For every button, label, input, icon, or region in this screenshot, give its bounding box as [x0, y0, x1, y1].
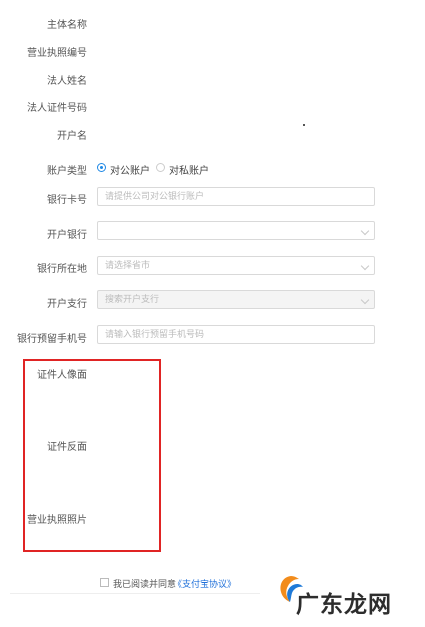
stray-mark [303, 124, 305, 126]
divider [10, 593, 260, 594]
account-type-private-radio[interactable] [156, 163, 165, 172]
bank-card-label: 银行卡号 [47, 195, 87, 206]
chevron-down-icon [360, 261, 370, 271]
account-type-public-label[interactable]: 对公账户 [110, 162, 150, 177]
branch-label: 开户支行 [47, 299, 87, 310]
watermark-text: 广东龙网 [296, 592, 392, 618]
account-name-label: 开户名 [57, 131, 87, 142]
legal-person-id-label: 法人证件号码 [27, 103, 87, 114]
license-number-label: 营业执照编号 [27, 48, 87, 59]
agreement-link[interactable]: 《支付宝协议》 [173, 577, 236, 590]
account-type-label: 账户类型 [47, 166, 87, 177]
chevron-down-icon [360, 295, 370, 305]
license-photo-upload-label: 营业执照照片 [27, 515, 87, 526]
account-type-public-radio[interactable] [97, 163, 106, 172]
bank-label: 开户银行 [47, 230, 87, 241]
bank-card-input[interactable]: 请提供公司对公银行账户 [97, 187, 375, 206]
branch-select[interactable]: 搜索开户支行 [97, 290, 375, 309]
id-front-upload-label: 证件人像面 [37, 370, 87, 381]
bank-location-select[interactable]: 请选择省市 [97, 256, 375, 275]
bank-location-placeholder: 请选择省市 [105, 260, 151, 270]
branch-placeholder: 搜索开户支行 [105, 294, 160, 304]
phone-label: 银行预留手机号 [17, 334, 87, 345]
agreement-checkbox[interactable] [100, 578, 109, 587]
account-type-private-label[interactable]: 对私账户 [169, 162, 209, 177]
agreement-text: 我已阅读并同意 [113, 579, 177, 589]
phone-input[interactable]: 请输入银行预留手机号码 [97, 325, 375, 344]
chevron-down-icon [360, 226, 370, 236]
bank-location-label: 银行所在地 [37, 264, 87, 275]
bank-select[interactable] [97, 221, 375, 240]
id-back-upload-label: 证件反面 [47, 442, 87, 453]
entity-name-label: 主体名称 [47, 20, 87, 31]
legal-person-name-label: 法人姓名 [47, 76, 87, 87]
